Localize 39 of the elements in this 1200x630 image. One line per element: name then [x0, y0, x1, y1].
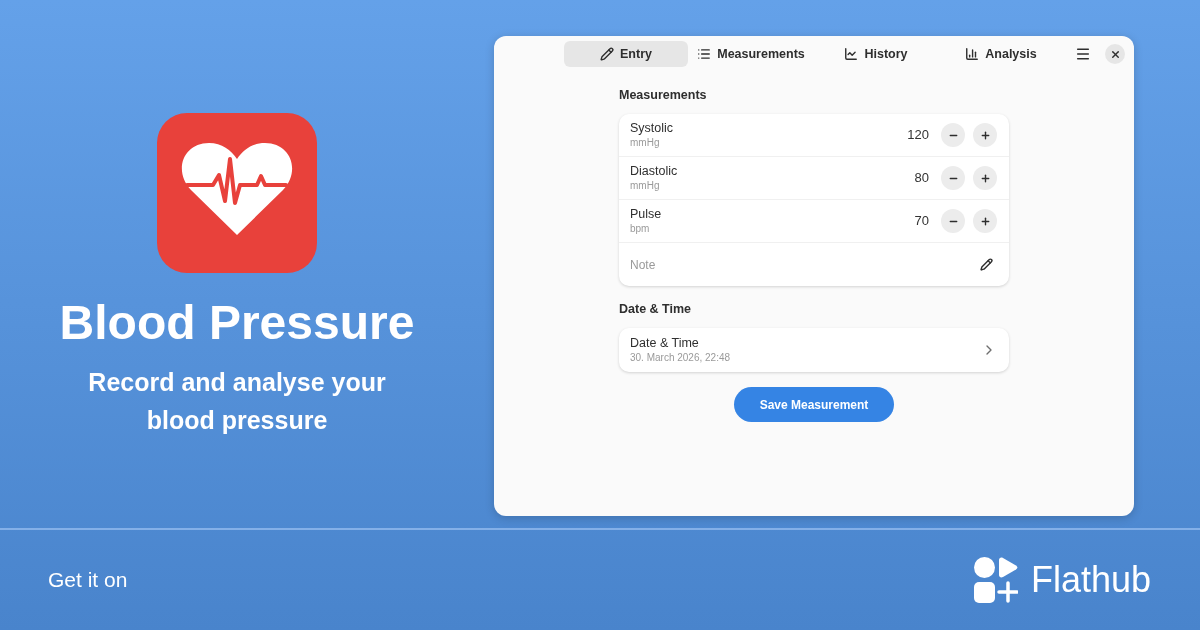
pencil-icon [980, 258, 993, 271]
menu-icon [1075, 46, 1091, 62]
close-button[interactable] [1105, 44, 1125, 64]
unit-label: bpm [630, 222, 651, 235]
measurement-label: Systolic [630, 121, 675, 136]
plus-icon [979, 215, 991, 227]
store-name: Flathub [1030, 560, 1151, 600]
unit-label: mmHg [630, 136, 661, 149]
section-heading: Date & Time [619, 302, 692, 316]
plus-icon [979, 172, 991, 184]
tab[interactable]: Entry [564, 41, 688, 67]
line-chart-icon [844, 47, 859, 61]
measurement-label: Pulse [630, 207, 663, 222]
heart-pulse-icon [157, 113, 317, 273]
unit-label: mmHg [630, 179, 661, 192]
number-field[interactable]: 70 [914, 211, 929, 231]
tab[interactable]: History [814, 41, 938, 67]
save-button[interactable]: Save Measurement [734, 387, 894, 422]
measurement-label: Diastolic [630, 164, 679, 179]
shapes-logo-icon [973, 557, 1018, 603]
row-subtitle: 30. March 2026, 22:48 [630, 351, 732, 364]
increase-button[interactable] [973, 166, 997, 190]
increase-button[interactable] [973, 209, 997, 233]
tab[interactable]: Measurements [689, 41, 813, 67]
tab[interactable]: Analysis [939, 41, 1063, 67]
number-field[interactable]: 120 [907, 125, 929, 145]
app-subtitle: Record and analyse your blood pressure [87, 367, 387, 436]
date-time-row[interactable]: Date & Time 30. March 2026, 22:48 [619, 328, 1009, 372]
number-field[interactable]: 80 [914, 168, 929, 188]
close-icon [1109, 48, 1121, 60]
app-title: Blood Pressure [59, 299, 415, 347]
pencil-icon [600, 47, 614, 61]
section-heading: Measurements [619, 88, 708, 102]
bar-chart-icon [965, 47, 980, 61]
plus-icon [979, 129, 991, 141]
get-it-on-label: Get it on [48, 567, 128, 594]
row-title: Date & Time [630, 336, 700, 351]
increase-button[interactable] [973, 123, 997, 147]
list-icon [697, 47, 712, 61]
